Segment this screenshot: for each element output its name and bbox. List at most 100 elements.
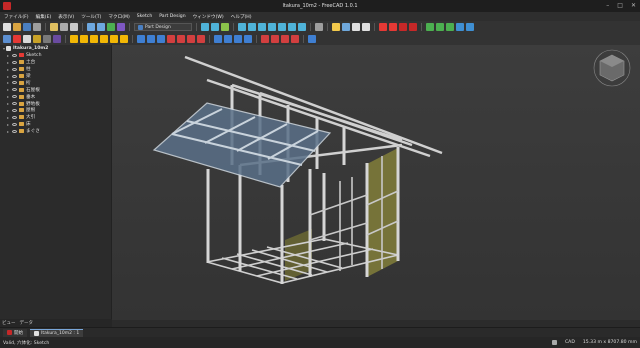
linear-pattern-icon[interactable] xyxy=(224,35,232,43)
expand-arrow-icon[interactable]: ▸ xyxy=(6,80,10,85)
visibility-eye-icon[interactable] xyxy=(12,115,17,119)
tree-item[interactable]: ▸ 垂木 xyxy=(0,93,111,100)
datum-point-icon[interactable] xyxy=(426,23,434,31)
cut-icon[interactable] xyxy=(50,23,58,31)
part-icon[interactable] xyxy=(332,23,340,31)
expand-arrow-icon[interactable]: ▸ xyxy=(6,53,10,58)
validate-sketch-icon[interactable] xyxy=(409,23,417,31)
expand-arrow-icon[interactable]: ▸ xyxy=(6,74,10,79)
boolean-icon[interactable] xyxy=(308,35,316,43)
top-view-icon[interactable] xyxy=(258,23,266,31)
pad-icon[interactable] xyxy=(70,35,78,43)
datum-plane-icon[interactable] xyxy=(446,23,454,31)
tab-start[interactable]: 開始 xyxy=(3,328,27,337)
tree-item[interactable]: ▸ 梁 xyxy=(0,73,111,80)
tab-document[interactable]: Itakura_10m2 : 1 xyxy=(30,328,84,337)
shape-binder-icon[interactable] xyxy=(23,35,31,43)
expand-arrow-icon[interactable]: ▸ xyxy=(6,101,10,106)
3d-viewport[interactable] xyxy=(112,45,640,320)
visibility-eye-icon[interactable] xyxy=(12,129,17,133)
fillet-icon[interactable] xyxy=(261,35,269,43)
bottom-view-icon[interactable] xyxy=(288,23,296,31)
navigation-style[interactable]: CAD xyxy=(565,340,575,345)
tab-data[interactable]: データ xyxy=(20,320,34,326)
front-view-icon[interactable] xyxy=(248,23,256,31)
clone-feature-icon[interactable] xyxy=(43,35,51,43)
visibility-eye-icon[interactable] xyxy=(12,102,17,106)
binder-icon[interactable] xyxy=(466,23,474,31)
undo-icon[interactable] xyxy=(87,23,95,31)
tree-item[interactable]: ▸ 柱 xyxy=(0,66,111,73)
measure-icon[interactable] xyxy=(315,23,323,31)
loft-icon[interactable] xyxy=(90,35,98,43)
open-icon[interactable] xyxy=(13,23,21,31)
group-icon[interactable] xyxy=(352,23,360,31)
new-sketch-icon[interactable] xyxy=(13,35,21,43)
expand-arrow-icon[interactable]: ▸ xyxy=(6,115,10,120)
menu-sketch[interactable]: Sketch xyxy=(137,14,152,19)
expand-arrow-icon[interactable]: ▸ xyxy=(6,87,10,92)
expand-arrow-icon[interactable]: ▸ xyxy=(6,67,10,72)
mirrored-icon[interactable] xyxy=(214,35,222,43)
multitransform-icon[interactable] xyxy=(244,35,252,43)
tree-item[interactable]: ▸ 大引 xyxy=(0,114,111,121)
menu-edit[interactable]: 編集(E) xyxy=(36,14,52,20)
subtractive-primitive-icon[interactable] xyxy=(197,35,205,43)
thickness-icon[interactable] xyxy=(291,35,299,43)
visibility-eye-icon[interactable] xyxy=(12,108,17,112)
refresh-icon[interactable] xyxy=(107,23,115,31)
workbench-selector[interactable]: Part Design xyxy=(134,23,192,31)
groove-icon[interactable] xyxy=(157,35,165,43)
fit-all-icon[interactable] xyxy=(201,23,209,31)
expand-arrow-icon[interactable]: ▸ xyxy=(6,122,10,127)
additive-primitive-icon[interactable] xyxy=(120,35,128,43)
local-cs-icon[interactable] xyxy=(53,35,61,43)
tab-view[interactable]: ビュー xyxy=(2,320,16,326)
maximize-button[interactable]: □ xyxy=(617,2,623,9)
visibility-eye-icon[interactable] xyxy=(12,53,17,57)
redo-icon[interactable] xyxy=(97,23,105,31)
subtractive-helix-icon[interactable] xyxy=(187,35,195,43)
create-body-icon[interactable] xyxy=(3,35,11,43)
menu-macro[interactable]: マクロ(M) xyxy=(108,14,129,20)
fit-selection-icon[interactable] xyxy=(211,23,219,31)
left-view-icon[interactable] xyxy=(298,23,306,31)
save-icon[interactable] xyxy=(23,23,31,31)
link-icon[interactable] xyxy=(362,23,370,31)
body-icon[interactable] xyxy=(342,23,350,31)
tree-item[interactable]: ▸ 床 xyxy=(0,121,111,128)
tree-item[interactable]: ▸ 屋根 xyxy=(0,107,111,114)
tree-item[interactable]: ▸ 野地板 xyxy=(0,100,111,107)
right-view-icon[interactable] xyxy=(268,23,276,31)
visibility-eye-icon[interactable] xyxy=(12,67,17,71)
revolution-icon[interactable] xyxy=(80,35,88,43)
visibility-eye-icon[interactable] xyxy=(12,81,17,85)
subtractive-loft-icon[interactable] xyxy=(167,35,175,43)
building-model[interactable] xyxy=(112,45,640,320)
tree-root[interactable]: ▾ Itakura_10m2 xyxy=(0,45,111,52)
paste-icon[interactable] xyxy=(70,23,78,31)
minimize-button[interactable]: – xyxy=(606,2,609,9)
helix-icon[interactable] xyxy=(110,35,118,43)
pocket-icon[interactable] xyxy=(137,35,145,43)
chamfer-icon[interactable] xyxy=(271,35,279,43)
visibility-eye-icon[interactable] xyxy=(12,74,17,78)
close-button[interactable]: ✕ xyxy=(631,2,636,9)
sub-binder-icon[interactable] xyxy=(33,35,41,43)
visibility-eye-icon[interactable] xyxy=(12,88,17,92)
draft-icon[interactable] xyxy=(281,35,289,43)
polar-pattern-icon[interactable] xyxy=(234,35,242,43)
hole-icon[interactable] xyxy=(147,35,155,43)
tree-item[interactable]: ▸ Sketch xyxy=(0,52,111,59)
tree-item[interactable]: ▸ まぐさ xyxy=(0,128,111,135)
draw-style-icon[interactable] xyxy=(221,23,229,31)
isometric-view-icon[interactable] xyxy=(238,23,246,31)
rear-view-icon[interactable] xyxy=(278,23,286,31)
map-sketch-icon[interactable] xyxy=(399,23,407,31)
menu-tools[interactable]: ツール(T) xyxy=(81,14,101,20)
notifications-icon[interactable] xyxy=(551,340,557,345)
pipe-icon[interactable] xyxy=(100,35,108,43)
expand-arrow-icon[interactable]: ▸ xyxy=(6,94,10,99)
visibility-eye-icon[interactable] xyxy=(12,122,17,126)
menu-part-design[interactable]: Part Design xyxy=(159,14,185,19)
